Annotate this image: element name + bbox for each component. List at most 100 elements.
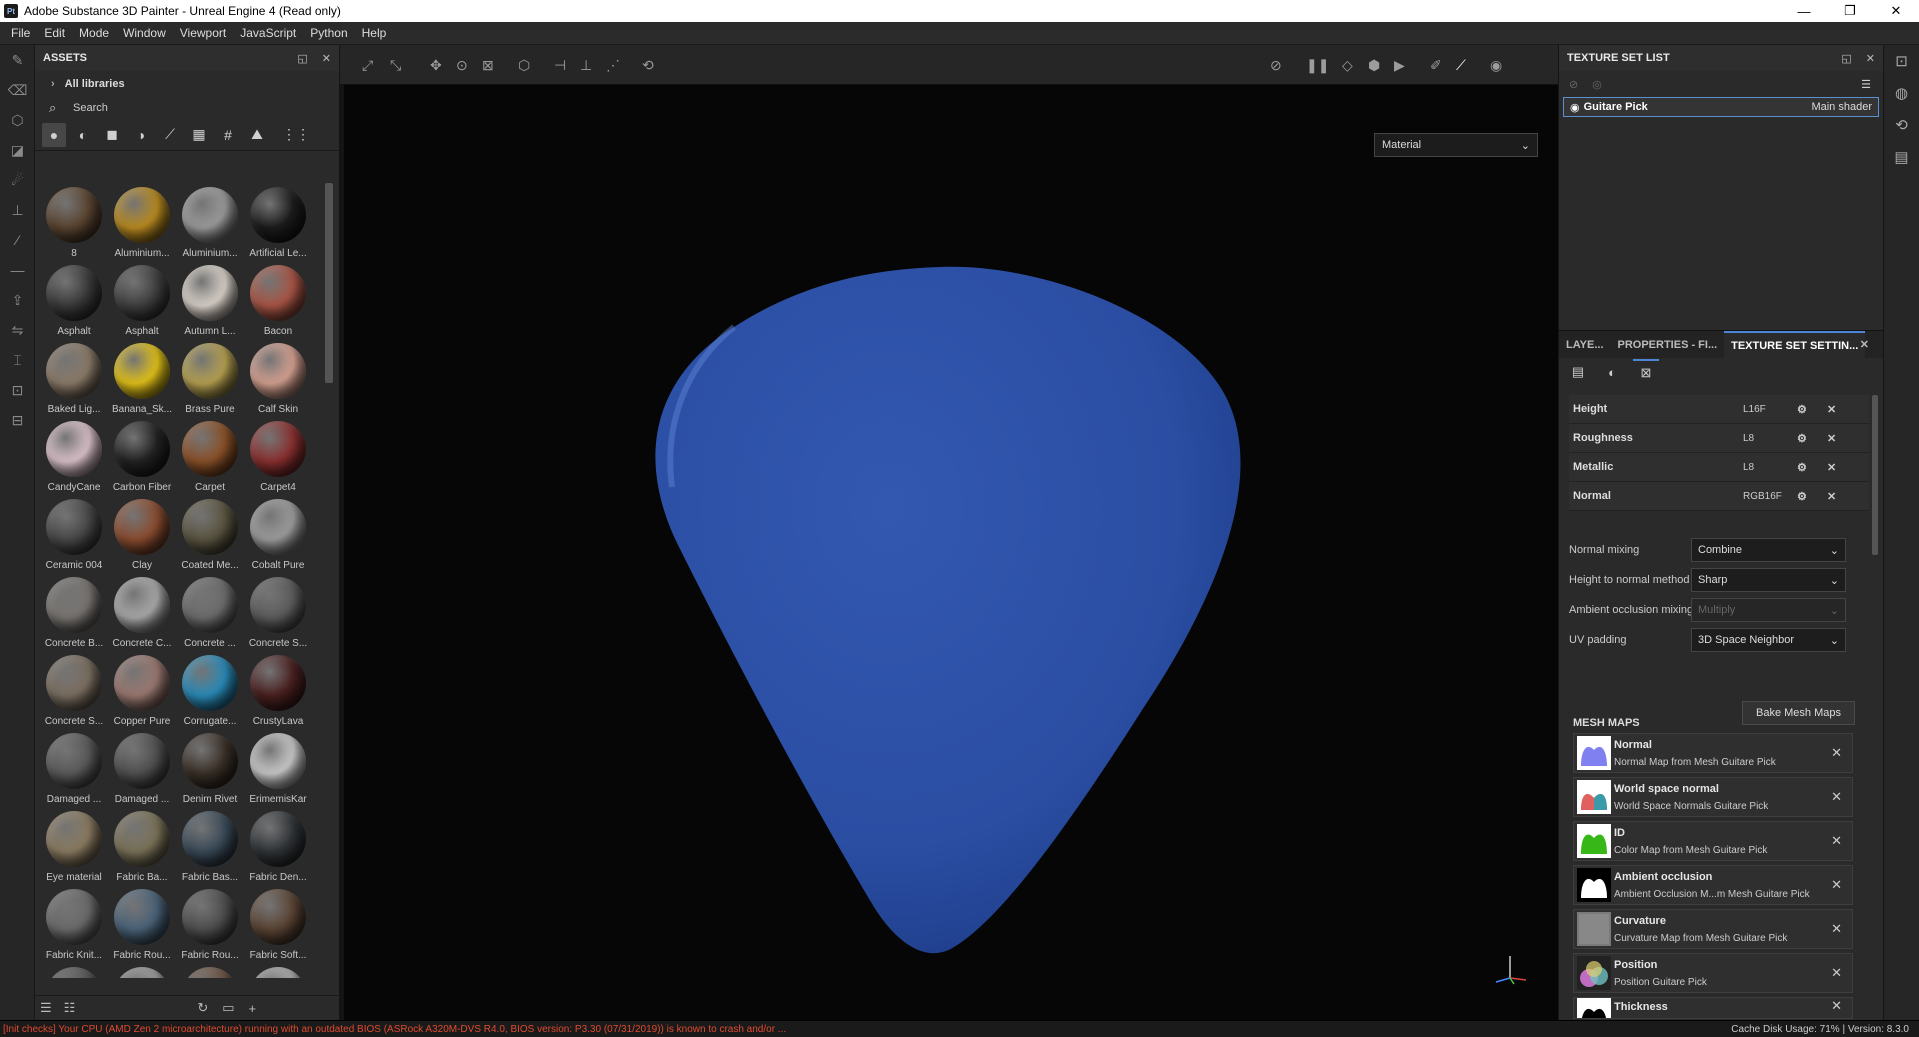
channel-format[interactable]: L8 — [1743, 433, 1754, 444]
color-picker-icon[interactable]: ⁄ — [0, 225, 35, 255]
folder-icon[interactable]: ▭ — [222, 1000, 234, 1016]
asset-thumbnail[interactable]: ErimemisKar — [244, 733, 312, 811]
masks-filter-icon[interactable]: ◼ — [100, 123, 124, 147]
asset-thumbnail[interactable]: Ceramic 004 — [40, 499, 108, 577]
mesh-map-slot[interactable]: Curvature Curvature Map from Mesh Guitare… — [1573, 909, 1853, 949]
close-icon[interactable]: ✕ — [1853, 331, 1876, 359]
pause-icon[interactable]: ❚❚ — [1306, 57, 1329, 74]
mesh-map-slot[interactable]: Ambient occlusion Ambient Occlusion M...m… — [1573, 865, 1853, 905]
close-icon[interactable]: ✕ — [322, 52, 331, 65]
menu-edit[interactable]: Edit — [37, 26, 72, 40]
asset-thumbnail[interactable]: Carpet4 — [244, 421, 312, 499]
texture-set-shader[interactable]: Main shader — [1811, 101, 1872, 113]
materials-filter-icon[interactable]: ● — [42, 122, 66, 147]
settings-tab-icon[interactable]: ▤ — [1565, 359, 1591, 385]
gear-icon[interactable]: ⚙ — [1797, 490, 1807, 503]
visibility-eye-icon[interactable]: ◉ — [1570, 101, 1580, 114]
asset-thumbnail[interactable]: Fabric Soft... — [244, 889, 312, 967]
scale-icon[interactable]: ⊠ — [482, 57, 494, 74]
viewport-mode-select[interactable]: Material ⌄ — [1374, 133, 1538, 157]
asset-thumbnail[interactable]: Concrete C... — [108, 577, 176, 655]
assets-scrollbar[interactable] — [325, 183, 333, 383]
rotate-icon[interactable]: ⊙ — [456, 57, 468, 74]
history-icon[interactable]: ⟲ — [1884, 109, 1919, 141]
normal-mixing-select[interactable]: Combine ⌄ — [1691, 538, 1846, 562]
asset-thumbnail[interactable]: Carpet — [176, 421, 244, 499]
mesh-map-slot[interactable]: Thickness ✕ — [1573, 997, 1853, 1019]
uv-tab-icon[interactable]: ⊠ — [1633, 359, 1659, 385]
minimize-button[interactable]: — — [1781, 0, 1827, 22]
grid-view-icon[interactable]: ⋮⋮ — [282, 123, 310, 147]
asset-thumbnail[interactable]: CandyCane — [40, 421, 108, 499]
history-icon[interactable]: ⟲ — [642, 57, 654, 74]
environment-filter-icon[interactable]: ⛰ — [245, 123, 269, 147]
search-field[interactable]: ⌕ Search — [35, 97, 339, 119]
transform-icon[interactable]: ⤢ — [362, 57, 373, 74]
brush-options-icon[interactable]: ✐ — [1430, 57, 1442, 74]
close-icon[interactable]: ✕ — [1831, 745, 1842, 761]
menu-window[interactable]: Window — [116, 26, 173, 40]
asset-thumbnail[interactable]: Fabric Den... — [244, 811, 312, 889]
refresh-icon[interactable]: ↻ — [197, 1000, 208, 1016]
brushes-filter-icon[interactable]: ⟋ — [158, 123, 182, 147]
menu-help[interactable]: Help — [355, 26, 394, 40]
texture-set-item[interactable]: ◉ Guitare Pick Main shader — [1563, 97, 1879, 117]
screenshot-camera-icon[interactable]: ◉ — [1490, 57, 1502, 74]
init-check-warning[interactable]: [Init checks] Your CPU (AMD Zen 2 microa… — [0, 1024, 786, 1035]
library-selector[interactable]: › All libraries — [35, 71, 339, 97]
gear-icon[interactable]: ⚙ — [1797, 432, 1807, 445]
asset-thumbnail[interactable]: Autumn L... — [176, 265, 244, 343]
asset-thumbnail[interactable]: 8 — [40, 187, 108, 265]
float-icon[interactable]: ◱ — [1841, 52, 1851, 65]
asset-thumbnail[interactable]: Fabric Bas... — [176, 811, 244, 889]
mesh-map-slot[interactable]: World space normal World Space Normals Gu… — [1573, 777, 1853, 817]
asset-thumbnail[interactable]: Aluminium... — [176, 187, 244, 265]
grid-filter-icon[interactable]: # — [216, 123, 240, 147]
menu-javascript[interactable]: JavaScript — [233, 26, 303, 40]
asset-thumbnail[interactable]: Fabric Rou... — [176, 889, 244, 967]
clone-stamp-icon[interactable]: ⊥ — [0, 195, 35, 225]
asset-thumbnail[interactable]: Damaged ... — [108, 733, 176, 811]
asset-thumbnail[interactable]: Copper Pure — [108, 655, 176, 733]
settings-scrollbar[interactable] — [1872, 395, 1878, 555]
asset-thumbnail[interactable]: Fabric Ba... — [108, 811, 176, 889]
asset-thumbnail[interactable]: Concrete S... — [244, 577, 312, 655]
cube-icon[interactable]: ⬡ — [518, 57, 530, 74]
uv-padding-select[interactable]: 3D Space Neighbor ⌄ — [1691, 628, 1846, 652]
asset-thumbnail[interactable]: Clay — [108, 499, 176, 577]
asset-thumbnail[interactable]: CrustyLava — [244, 655, 312, 733]
move-icon[interactable]: ✥ — [430, 57, 442, 74]
close-icon[interactable]: ✕ — [1831, 833, 1842, 849]
smart-materials-filter-icon[interactable]: ◐ — [71, 123, 95, 147]
mesh-map-slot[interactable]: Position Position Guitare Pick ✕ — [1573, 953, 1853, 993]
video-camera-icon[interactable]: ▶ — [1394, 57, 1405, 74]
close-icon[interactable]: ✕ — [1827, 403, 1836, 416]
bake-icon[interactable]: ⊟ — [0, 405, 35, 435]
close-icon[interactable]: ✕ — [1827, 432, 1836, 445]
paint-brush-icon[interactable]: ✎ — [0, 45, 35, 75]
float-icon[interactable]: ◱ — [297, 52, 307, 65]
menu-mode[interactable]: Mode — [72, 26, 116, 40]
transform-options-icon[interactable]: ⤡ — [390, 57, 401, 74]
asset-thumbnail[interactable]: Calf Skin — [244, 343, 312, 421]
measure-icon[interactable]: ⌶ — [0, 345, 35, 375]
asset-thumbnail[interactable] — [244, 967, 312, 978]
export-icon[interactable]: ⇪ — [0, 285, 35, 315]
paint-mode-icon[interactable]: ⟋ — [1456, 57, 1466, 74]
shader-settings-icon[interactable]: ◍ — [1884, 77, 1919, 109]
asset-thumbnail[interactable]: Baked Lig... — [40, 343, 108, 421]
asset-thumbnail[interactable]: Corrugate... — [176, 655, 244, 733]
menu-file[interactable]: File — [4, 26, 37, 40]
close-icon[interactable]: ✕ — [1866, 52, 1875, 65]
asset-thumbnail[interactable]: Bacon — [244, 265, 312, 343]
add-icon[interactable]: + — [249, 1001, 257, 1016]
display-icon[interactable]: ⊡ — [0, 375, 35, 405]
asset-thumbnail[interactable]: Fabric Knit... — [40, 889, 108, 967]
close-icon[interactable]: ✕ — [1831, 921, 1842, 937]
display-settings-icon[interactable]: ⊡ — [1884, 45, 1919, 77]
channel-format[interactable]: RGB16F — [1743, 491, 1782, 502]
shelf-icon[interactable]: ⇋ — [0, 315, 35, 345]
mesh-map-slot[interactable]: Normal Normal Map from Mesh Guitare Pick … — [1573, 733, 1853, 773]
smudge-icon[interactable]: ☄ — [0, 165, 35, 195]
menu-python[interactable]: Python — [303, 26, 354, 40]
